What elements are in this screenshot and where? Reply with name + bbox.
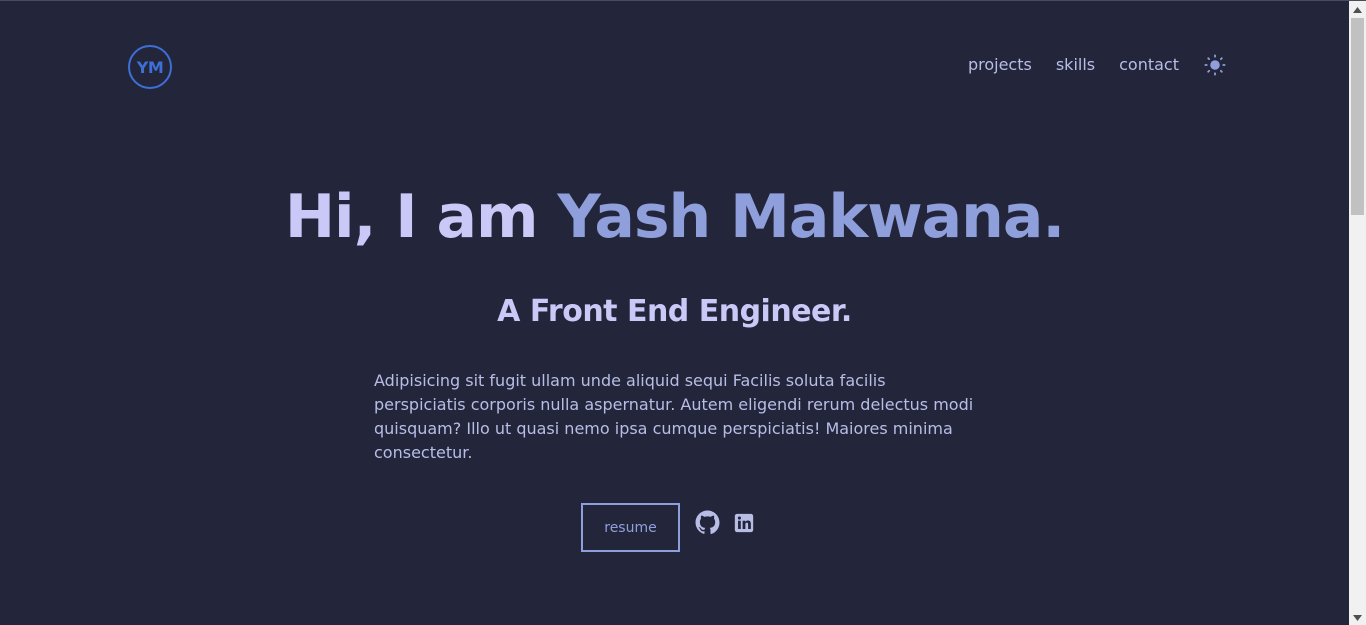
resume-button[interactable]: resume bbox=[581, 503, 680, 552]
hero-subtitle: A Front End Engineer. bbox=[497, 294, 852, 329]
nav-link-contact[interactable]: contact bbox=[1119, 53, 1179, 77]
vertical-scrollbar[interactable] bbox=[1349, 1, 1366, 625]
hero-description: Adipisicing sit fugit ullam unde aliquid… bbox=[374, 371, 974, 462]
linkedin-link[interactable] bbox=[731, 510, 757, 536]
page: YM projects skills contact Hi, I am Yash… bbox=[0, 0, 1366, 625]
scroll-up-arrow-icon[interactable] bbox=[1349, 1, 1366, 18]
github-icon bbox=[695, 510, 719, 535]
hero-actions: resume bbox=[581, 503, 757, 552]
hero-greeting: Hi, I am bbox=[284, 182, 558, 252]
theme-toggle-button[interactable] bbox=[1203, 53, 1227, 77]
scroll-down-arrow-icon[interactable] bbox=[1349, 609, 1366, 625]
scrollbar-thumb[interactable] bbox=[1351, 18, 1364, 215]
logo-link[interactable]: YM bbox=[128, 45, 172, 89]
sun-icon bbox=[1204, 54, 1226, 76]
main-content: YM projects skills contact Hi, I am Yash… bbox=[0, 1, 1349, 625]
nav-link-skills[interactable]: skills bbox=[1056, 53, 1095, 77]
hero-name: Yash Makwana. bbox=[557, 182, 1065, 252]
nav-link-projects[interactable]: projects bbox=[968, 53, 1032, 77]
github-link[interactable] bbox=[694, 510, 720, 536]
hero-title: Hi, I am Yash Makwana. bbox=[0, 179, 1349, 255]
main-nav: projects skills contact bbox=[944, 53, 1227, 77]
linkedin-icon bbox=[734, 513, 754, 532]
